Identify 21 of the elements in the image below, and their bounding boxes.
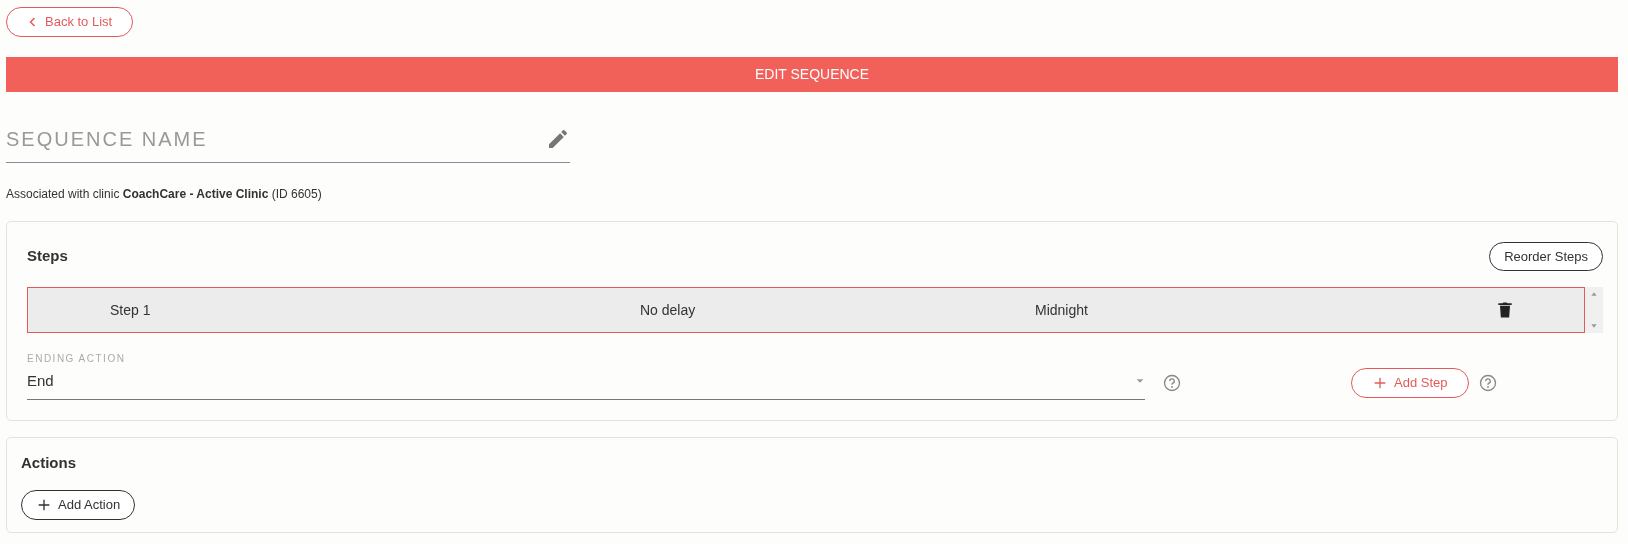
back-button[interactable]: Back to List <box>6 7 134 37</box>
panel-title: Actions <box>21 452 77 473</box>
panel-title: Steps <box>27 246 68 266</box>
add-action-button[interactable]: Add Action <box>21 490 136 520</box>
step-delay: No delay <box>640 300 697 320</box>
step-row[interactable]: Step 1 No delay Midnight <box>27 287 1585 333</box>
name-field[interactable]: SEQUENCE NAME <box>6 123 546 154</box>
step-time: Midnight <box>1035 300 1089 320</box>
association-text: Associated with clinic CoachCare - Active Clinic (ID 6605) <box>6 185 323 203</box>
scroll-up-icon <box>1590 290 1598 298</box>
reorder-steps-button[interactable]: Reorder Steps <box>1489 241 1603 271</box>
step-name: Step 1 <box>110 300 152 320</box>
page-header: EDIT SEQUENCE <box>6 56 1618 92</box>
help-icon <box>1478 373 1497 392</box>
scroll-down-icon <box>1590 322 1598 330</box>
trash-icon <box>1495 300 1515 320</box>
field-label: ENDING ACTION <box>27 352 127 366</box>
scrollbar[interactable] <box>1585 287 1603 333</box>
add-step-button[interactable]: Add Step <box>1351 368 1469 398</box>
help-icon <box>1163 373 1181 392</box>
ending-action-select[interactable]: End <box>27 366 1145 400</box>
